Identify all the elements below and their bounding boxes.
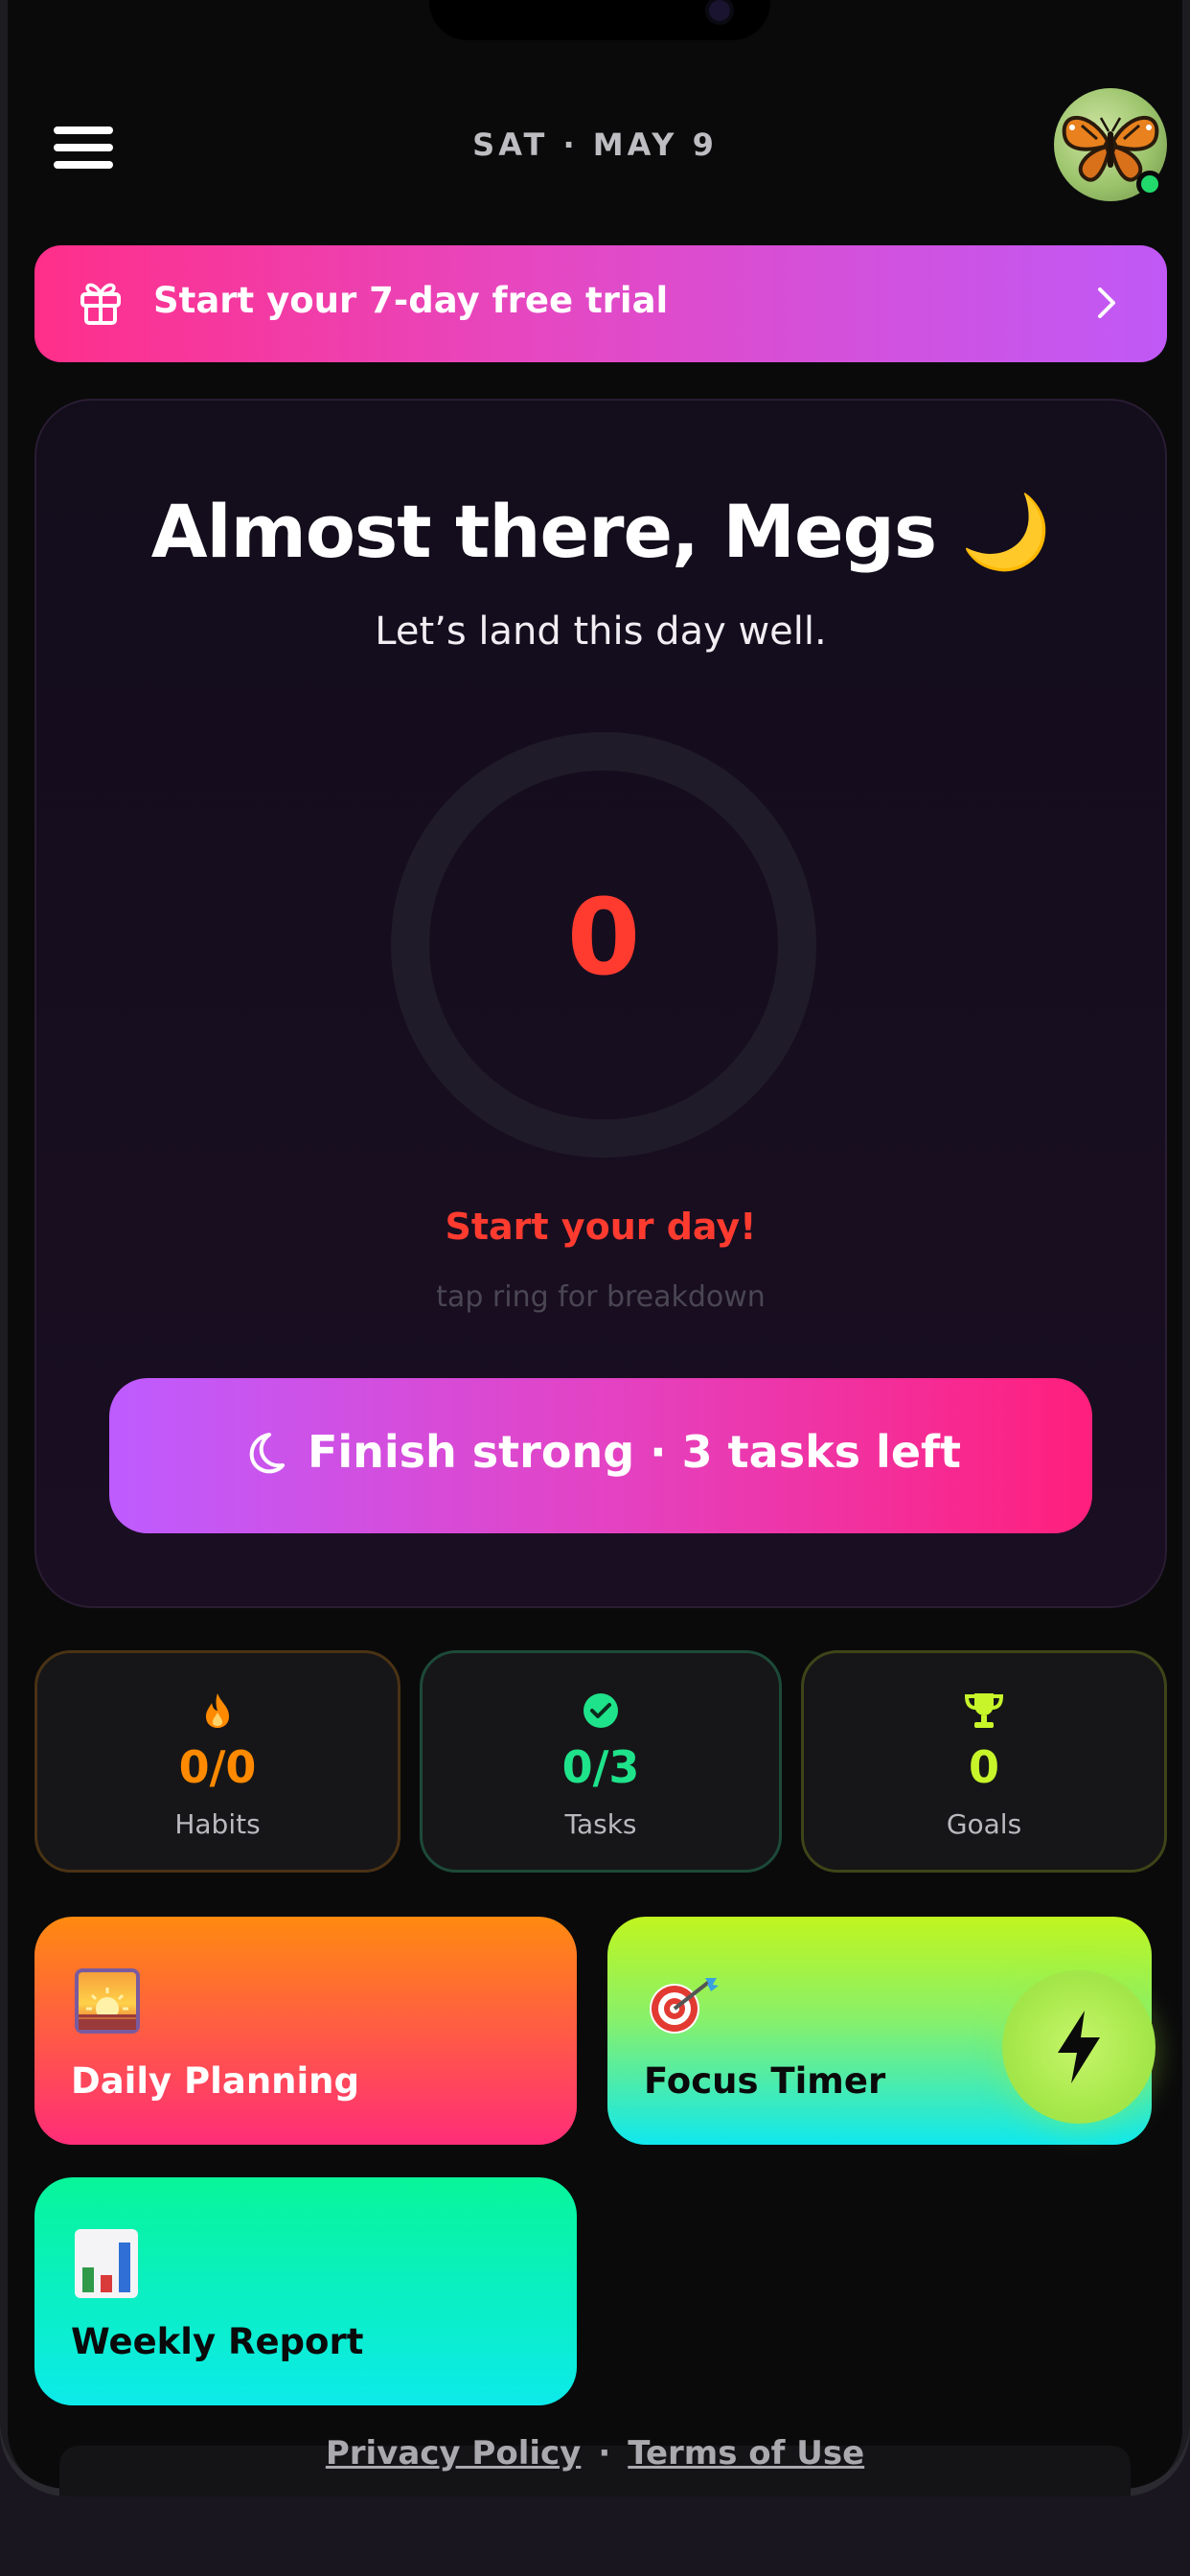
- front-camera: [709, 0, 730, 21]
- tasks-label: Tasks: [564, 1808, 637, 1840]
- progress-status: Start your day!: [445, 1206, 757, 1248]
- ring-hint: tap ring for breakdown: [436, 1280, 766, 1314]
- footer-separator: ·: [598, 2434, 611, 2472]
- greeting-subtitle: Let’s land this day well.: [375, 610, 827, 654]
- goals-value: 0: [968, 1741, 999, 1793]
- tasks-value: 0/3: [561, 1741, 640, 1793]
- finish-strong-label: Finish strong · 3 tasks left: [307, 1426, 962, 1478]
- goals-stat-card[interactable]: 0 Goals: [801, 1650, 1167, 1873]
- free-trial-banner[interactable]: Start your 7-day free trial: [34, 245, 1167, 362]
- quick-action-button[interactable]: [1002, 1970, 1156, 2124]
- goals-label: Goals: [946, 1808, 1022, 1840]
- daily-planning-label: Daily Planning: [71, 2060, 360, 2102]
- trophy-icon: [964, 1693, 1004, 1728]
- lightning-bolt-icon: [1058, 2011, 1100, 2083]
- profile-avatar[interactable]: [1054, 88, 1167, 201]
- check-circle-icon: [584, 1693, 618, 1728]
- greeting-title: Almost there, Megs 🌙: [150, 489, 1052, 574]
- sunrise-emoji: [75, 1968, 140, 2034]
- daily-progress-card: Almost there, Megs 🌙 Let’s land this day…: [34, 399, 1167, 1608]
- flame-icon: [206, 1693, 229, 1728]
- free-trial-label: Start your 7-day free trial: [153, 280, 669, 321]
- date-label: SAT · MAY 9: [472, 126, 718, 163]
- privacy-policy-link[interactable]: Privacy Policy: [326, 2434, 582, 2472]
- device-notch: [429, 0, 770, 40]
- tasks-stat-card[interactable]: 0/3 Tasks: [420, 1650, 782, 1873]
- daily-planning-tile[interactable]: Daily Planning: [34, 1917, 577, 2145]
- terms-of-use-link[interactable]: Terms of Use: [628, 2434, 864, 2472]
- gift-icon: [80, 283, 121, 325]
- moon-icon: [249, 1433, 285, 1474]
- weekly-report-label: Weekly Report: [71, 2321, 364, 2362]
- chevron-right-icon: [1098, 288, 1115, 318]
- focus-timer-label: Focus Timer: [644, 2060, 886, 2102]
- habits-value: 0/0: [178, 1741, 257, 1793]
- phone-screen: SAT · MAY 9 Start your 7-day free trial …: [0, 0, 1190, 2496]
- weekly-report-tile[interactable]: Weekly Report: [34, 2177, 577, 2405]
- progress-ring[interactable]: 0: [391, 732, 816, 1158]
- habits-label: Habits: [174, 1808, 261, 1840]
- footer-links: Privacy Policy · Terms of Use: [0, 2434, 1190, 2472]
- dart-target-emoji: [650, 1978, 719, 2034]
- online-status-dot: [1136, 171, 1163, 197]
- progress-score: 0: [566, 876, 641, 999]
- habits-stat-card[interactable]: 0/0 Habits: [34, 1650, 400, 1873]
- bar-chart-emoji: [75, 2229, 138, 2298]
- finish-strong-button[interactable]: Finish strong · 3 tasks left: [109, 1378, 1092, 1533]
